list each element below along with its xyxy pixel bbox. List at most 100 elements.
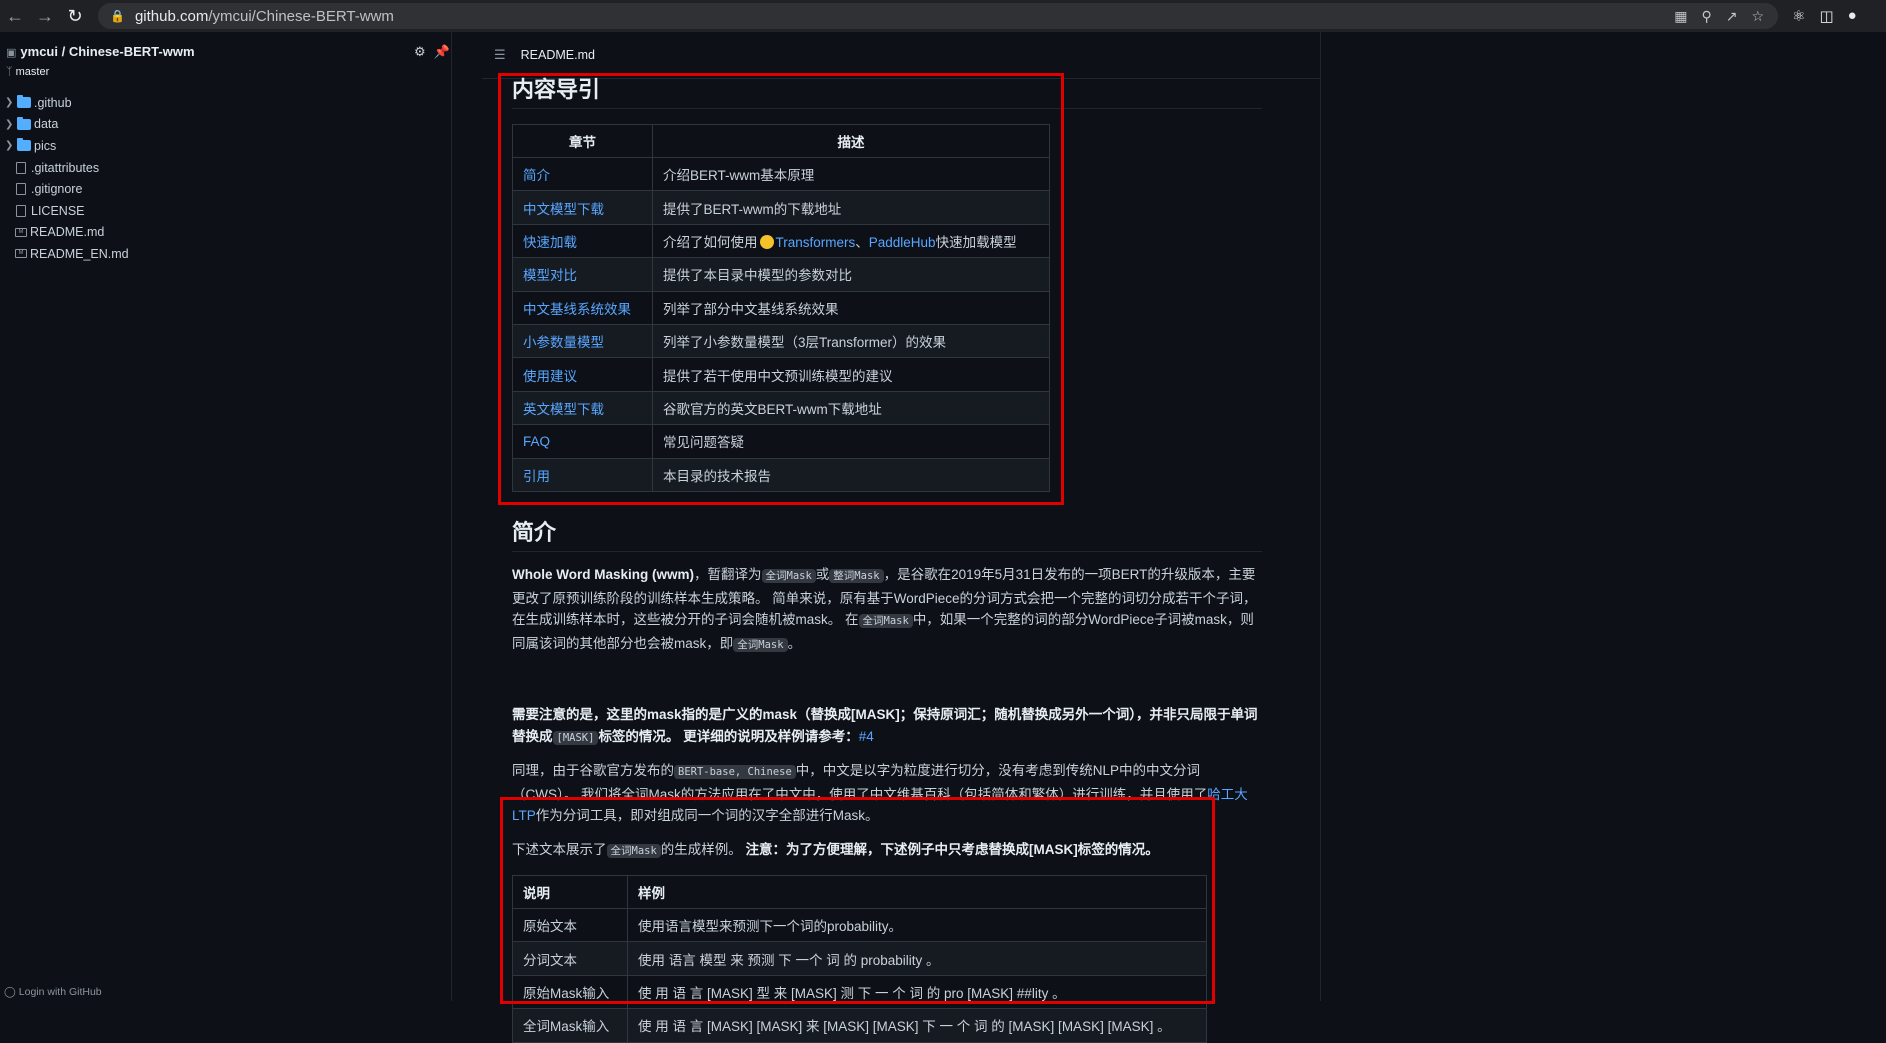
reload-icon[interactable]: ↻ xyxy=(60,1,90,31)
toc-desc: 介绍了如何使用 Transformers、PaddleHub快速加载模型 xyxy=(652,223,1050,259)
outline-list-icon[interactable]: ☰ xyxy=(494,47,506,63)
toc-desc-text: 快速加载模型 xyxy=(935,234,1017,250)
tree-item-github[interactable]: ❯ .github xyxy=(0,92,440,114)
text: 同理，由于谷歌官方发布的 xyxy=(512,763,674,778)
folder-icon xyxy=(17,95,31,109)
toc-link[interactable]: 简介 xyxy=(523,168,550,183)
table-row: 简介 介绍BERT-wwm基本原理 xyxy=(512,156,1050,192)
tree-item-label: LICENSE xyxy=(31,203,85,218)
example-label: 全词Mask输入 xyxy=(512,1008,628,1043)
tree-item-label: pics xyxy=(34,138,57,153)
tree-item-label: .gitignore xyxy=(31,182,83,197)
translate-icon[interactable]: ▦ xyxy=(1674,8,1687,25)
table-row: 原始Mask输入使 用 语 言 [MASK] 型 来 [MASK] 测 下 一 … xyxy=(512,974,1207,1010)
readme-border xyxy=(1320,79,1321,1001)
login-label: Login with GitHub xyxy=(18,986,102,998)
chevron-right-icon: ❯ xyxy=(5,140,14,152)
back-icon[interactable]: ← xyxy=(0,1,30,31)
chevron-right-icon: ❯ xyxy=(5,118,14,130)
tree-item-readme-en[interactable]: M README_EN.md xyxy=(0,243,440,265)
example-label: 分词文本 xyxy=(512,941,628,976)
table-row: 全词Mask输入使 用 语 言 [MASK] [MASK] 来 [MASK] [… xyxy=(512,1008,1207,1043)
toc-desc: 提供了BERT-wwm的下载地址 xyxy=(652,190,1050,225)
tree-item-label: .gitattributes xyxy=(31,160,100,175)
toc-link[interactable]: 使用建议 xyxy=(523,369,577,384)
inline-code: 全词Mask xyxy=(858,614,913,629)
issue-link[interactable]: #4 xyxy=(859,729,874,744)
forward-icon[interactable]: → xyxy=(30,1,60,31)
readme-filename: README.md xyxy=(520,48,595,62)
toc-link[interactable]: FAQ xyxy=(523,434,550,449)
toc-link[interactable]: 中文基线系统效果 xyxy=(523,302,631,317)
tree-item-label: README_EN.md xyxy=(30,246,129,261)
profile-icon[interactable]: ● xyxy=(1848,7,1857,25)
url-path: /ymcui/Chinese-BERT-wwm xyxy=(208,7,394,25)
example-label: 原始文本 xyxy=(512,907,628,943)
file-icon xyxy=(16,183,26,196)
repo-name: ymcui / Chinese-BERT-wwm xyxy=(20,44,195,59)
login-link[interactable]: ◯ Login with GitHub xyxy=(4,986,102,998)
table-row: 英文模型下载 谷歌官方的英文BERT-wwm下载地址 xyxy=(512,390,1050,426)
zoom-icon[interactable]: ⚲ xyxy=(1701,8,1711,25)
toc-link[interactable]: 快速加载 xyxy=(523,235,577,250)
text: 下述文本展示了 xyxy=(512,842,607,857)
readme-main: ☰ README.md 内容导引 章节 描述 简介 介绍BERT-wwm基本原理 … xyxy=(452,32,1886,1043)
side-panel-icon[interactable]: ◫ xyxy=(1819,7,1833,25)
extensions-icon[interactable]: ⚛ xyxy=(1792,7,1805,25)
file-tree-sidebar: ▣ ymcui / Chinese-BERT-wwm ⚙ 📌 ᛉ master ❯.… xyxy=(0,32,452,1001)
text: ，暂翻译为 xyxy=(694,567,762,582)
toc-desc: 谷歌官方的英文BERT-wwm下载地址 xyxy=(652,390,1050,426)
toc-table: 章节 描述 简介 介绍BERT-wwm基本原理 中文模型下载 提供了BERT-wwm… xyxy=(512,124,1050,492)
toc-link[interactable]: 引用 xyxy=(523,469,550,484)
intro-paragraph-4: 下述文本展示了 全词Mask 的生成样例。 注意：为了方便理解，下述例子中只考虑替换… xyxy=(512,839,1262,863)
inline-code: 全词Mask xyxy=(733,637,788,652)
toc-desc: 常见问题答疑 xyxy=(652,424,1050,459)
table-row: 快速加载 介绍了如何使用 Transformers、PaddleHub快速加载模型 xyxy=(512,223,1050,259)
inline-code: 全词Mask xyxy=(606,844,661,858)
toc-link[interactable]: 英文模型下载 xyxy=(523,402,604,417)
repo-title[interactable]: ▣ ymcui / Chinese-BERT-wwm xyxy=(6,44,195,59)
toc-link[interactable]: 模型对比 xyxy=(523,268,577,283)
branch-label[interactable]: ᛉ master xyxy=(6,66,49,78)
table-row: 小参数量模型 列举了小参数量模型（3层Transformer）的效果 xyxy=(512,323,1050,359)
tree-item-readme[interactable]: M README.md xyxy=(0,222,440,244)
toc-desc-sep: 、 xyxy=(855,234,869,250)
branch-name: master xyxy=(15,66,50,78)
tree-item-license[interactable]: LICENSE xyxy=(0,200,440,222)
address-bar[interactable]: 🔒 github.com/ymcui/Chinese-BERT-wwm ▦ ⚲ … xyxy=(98,3,1778,29)
toc-col-section: 章节 xyxy=(512,124,653,158)
table-row: 中文基线系统效果 列举了部分中文基线系统效果 xyxy=(512,290,1050,325)
table-row: FAQ 常见问题答疑 xyxy=(512,424,1050,459)
paddlehub-link[interactable]: PaddleHub xyxy=(869,235,936,250)
example-table: 说明 样例 原始文本 使用语言模型来预测下一个词的probability。 分词文… xyxy=(512,875,1207,1043)
table-row: 使用建议 提供了若干使用中文预训练模型的建议 xyxy=(512,357,1050,392)
table-row: 原始文本 使用语言模型来预测下一个词的probability。 xyxy=(512,907,1207,943)
share-icon[interactable]: ↗ xyxy=(1726,8,1738,25)
intro-paragraph-3: 同理，由于谷歌官方发布的 BERT-base, Chinese 中，中文是以字为粒度… xyxy=(512,760,1262,827)
example-col-desc: 说明 xyxy=(512,875,628,909)
table-row: 模型对比 提供了本目录中模型的参数对比 xyxy=(512,257,1050,292)
folder-icon xyxy=(17,138,31,152)
hugging-face-emoji-icon xyxy=(759,234,774,249)
pin-icon[interactable]: 📌 xyxy=(434,44,450,60)
tree-item-data[interactable]: ❯ data xyxy=(0,114,440,136)
settings-gear-icon[interactable]: ⚙ xyxy=(414,44,426,60)
wwm-term: Whole Word Masking (wwm) xyxy=(512,567,694,582)
bookmark-star-icon[interactable]: ☆ xyxy=(1751,8,1764,25)
tree-item-label: .github xyxy=(34,95,72,110)
toc-desc: 列举了部分中文基线系统效果 xyxy=(652,290,1050,325)
tree-item-pics[interactable]: ❯ pics xyxy=(0,135,440,157)
transformers-link[interactable]: Transformers xyxy=(776,235,856,250)
inline-code: BERT-base, Chinese xyxy=(674,765,796,779)
table-row: 引用 本目录的技术报告 xyxy=(512,457,1050,492)
markdown-file-icon: M xyxy=(15,249,27,259)
text: 或 xyxy=(815,567,830,582)
toc-link[interactable]: 小参数量模型 xyxy=(523,335,604,350)
tree-item-gitattributes[interactable]: .gitattributes xyxy=(0,157,440,179)
toc-link[interactable]: 中文模型下载 xyxy=(523,202,604,217)
inline-code: [MASK] xyxy=(552,730,599,745)
example-label: 原始Mask输入 xyxy=(512,974,628,1010)
text: 。 xyxy=(787,635,802,651)
url-host: github.com xyxy=(134,7,209,25)
tree-item-gitignore[interactable]: .gitignore xyxy=(0,178,440,200)
